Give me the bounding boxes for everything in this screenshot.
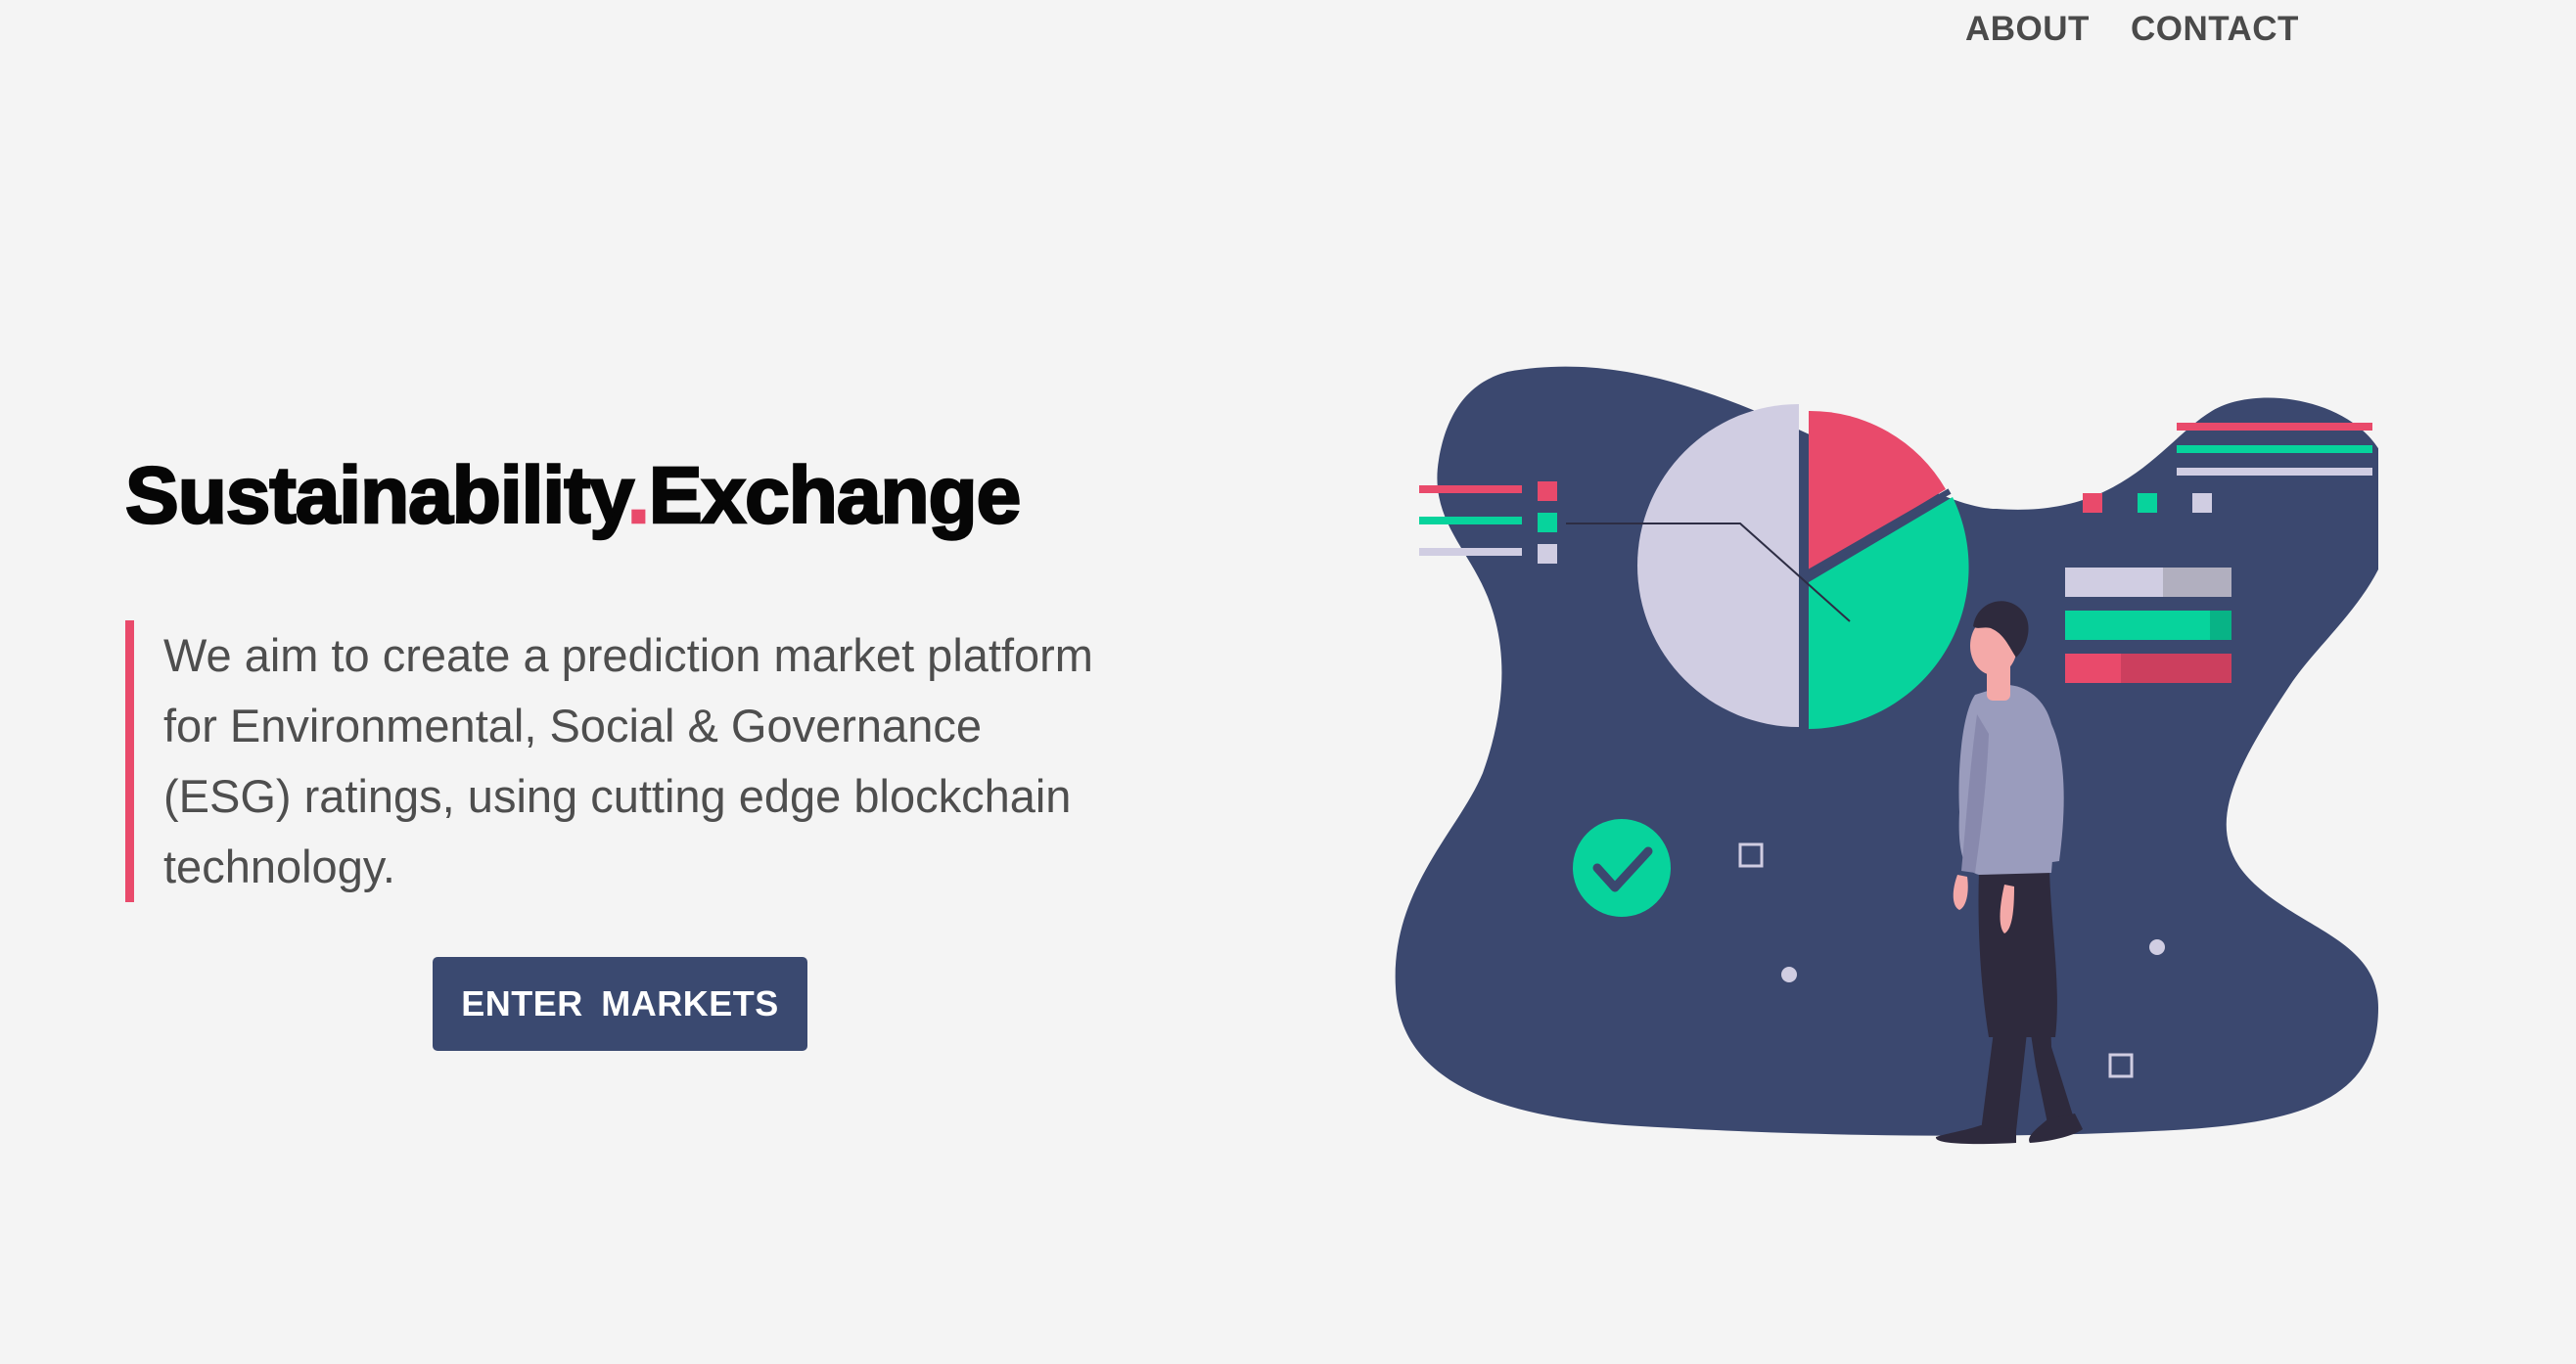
tr-swatch-pink xyxy=(2083,493,2102,513)
tr-swatch-lavender xyxy=(2192,493,2212,513)
progress-bar-pink-fill xyxy=(2065,654,2121,683)
hero-tagline: We aim to create a prediction market pla… xyxy=(125,620,1094,902)
progress-bar-lavender-rest xyxy=(2163,568,2231,597)
title-part-2: Exchange xyxy=(648,450,1023,542)
legend-swatch-lavender xyxy=(1538,544,1557,564)
progress-bars xyxy=(2065,568,2231,683)
legend-bar-green xyxy=(1419,517,1522,524)
check-circle-icon xyxy=(1573,819,1671,917)
title-part-1: Sustainability xyxy=(124,450,630,542)
legend-swatch-pink xyxy=(1538,481,1557,501)
page-title: Sustainability.Exchange xyxy=(124,450,1023,542)
progress-bar-green-rest xyxy=(2210,611,2231,640)
dot-icon xyxy=(2149,939,2165,955)
title-dot: . xyxy=(626,450,651,542)
top-nav: ABOUT CONTACT xyxy=(1965,10,2299,49)
legend-bar-lavender xyxy=(1419,548,1522,556)
tr-bar-pink xyxy=(2177,423,2372,431)
tr-bar-green xyxy=(2177,445,2372,453)
nav-contact-link[interactable]: CONTACT xyxy=(2131,10,2299,49)
dot-icon xyxy=(1781,967,1797,982)
enter-markets-button[interactable]: ENTER MARKETS xyxy=(433,957,807,1051)
analytics-illustration xyxy=(1395,366,2378,1145)
progress-bar-green xyxy=(2065,611,2231,640)
legend-bar-pink xyxy=(1419,485,1522,493)
legend-swatch-green xyxy=(1538,513,1557,532)
tr-bar-lavender xyxy=(2177,468,2372,476)
tr-swatch-green xyxy=(2138,493,2157,513)
nav-about-link[interactable]: ABOUT xyxy=(1965,10,2090,49)
